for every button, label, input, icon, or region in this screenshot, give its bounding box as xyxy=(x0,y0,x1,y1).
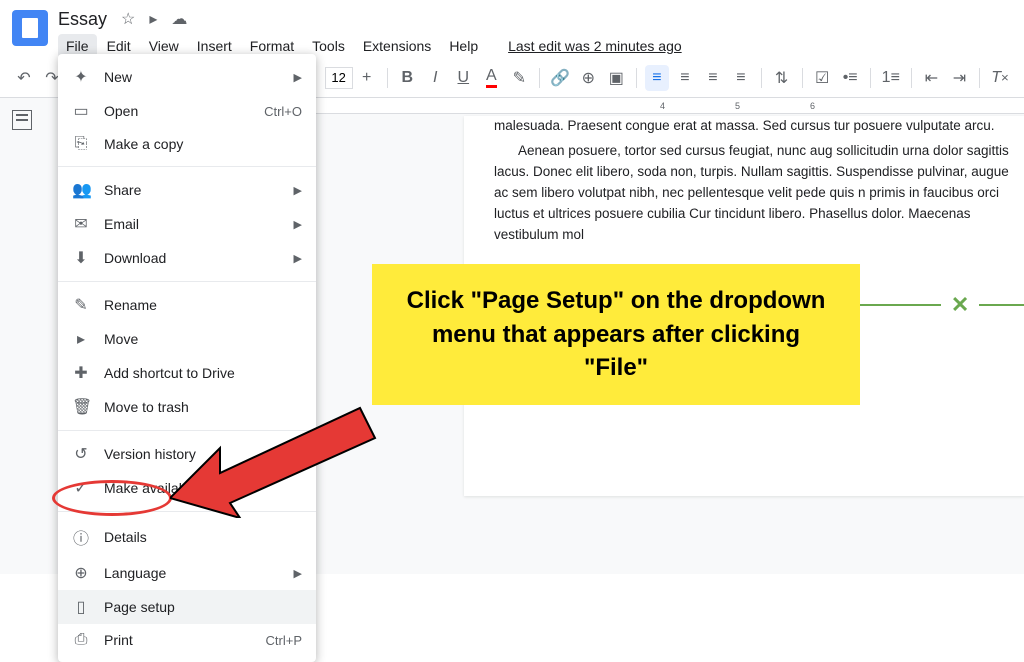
menu-item-details[interactable]: ⓘ Details xyxy=(58,518,316,556)
menu-label: Open xyxy=(104,103,138,119)
menu-extensions[interactable]: Extensions xyxy=(355,34,439,58)
italic-button[interactable]: I xyxy=(423,65,447,91)
increase-indent-button[interactable]: ⇥ xyxy=(947,65,971,91)
menu-icon: ▯ xyxy=(72,597,90,617)
last-edit-link[interactable]: Last edit was 2 minutes ago xyxy=(500,34,690,58)
menu-icon: ✚ xyxy=(72,363,90,383)
bold-button[interactable]: B xyxy=(395,65,419,91)
instruction-callout: Click "Page Setup" on the dropdown menu … xyxy=(372,264,860,405)
menu-icon: ⎘ xyxy=(72,135,90,153)
menu-item-open[interactable]: ▭OpenCtrl+O xyxy=(58,94,316,128)
submenu-arrow-icon: ▶ xyxy=(294,448,302,461)
remove-page-break-icon[interactable]: ✕ xyxy=(941,292,979,318)
submenu-arrow-icon: ▶ xyxy=(294,252,302,265)
paragraph-1: malesuada. Praesent congue erat at massa… xyxy=(494,116,1024,137)
bulleted-list-button[interactable]: •≡ xyxy=(838,65,862,91)
menu-icon: ⓘ xyxy=(72,525,90,549)
menu-icon: 👥 xyxy=(72,180,90,200)
menu-item-print[interactable]: ⎙PrintCtrl+P xyxy=(58,624,316,656)
menu-label: Make a copy xyxy=(104,136,183,152)
menu-label: Page setup xyxy=(104,599,175,615)
menu-label: Print xyxy=(104,632,133,648)
menu-item-language[interactable]: ⊕ Language ▶ xyxy=(58,556,316,590)
insert-image-button[interactable]: ▣ xyxy=(604,65,628,91)
menu-item-move-to-trash[interactable]: 🗑 Move to trash xyxy=(58,390,316,424)
star-icon[interactable]: ☆ xyxy=(121,9,135,29)
document-title[interactable]: Essay xyxy=(58,9,107,30)
align-justify-button[interactable]: ≡ xyxy=(729,65,753,91)
menu-item-version-history[interactable]: ↺ Version history ▶ xyxy=(58,437,316,471)
menu-item-share[interactable]: 👥 Share ▶ xyxy=(58,173,316,207)
align-left-button[interactable]: ≡ xyxy=(645,65,669,91)
menu-icon: 🗑 xyxy=(72,397,90,417)
menu-item-rename[interactable]: ✎ Rename xyxy=(58,288,316,322)
move-icon[interactable]: ▸ xyxy=(149,9,157,29)
decrease-indent-button[interactable]: ⇤ xyxy=(919,65,943,91)
highlight-button[interactable]: ✎ xyxy=(507,65,531,91)
menu-label: Add shortcut to Drive xyxy=(104,365,235,381)
menu-item-page-setup[interactable]: ▯ Page setup xyxy=(58,590,316,624)
menu-item-make-available-offline[interactable]: ✓ Make available offline xyxy=(58,471,316,505)
menu-item-add-shortcut-to-drive[interactable]: ✚ Add shortcut to Drive xyxy=(58,356,316,390)
menu-icon: ▭ xyxy=(72,101,90,121)
menu-icon: ↺ xyxy=(72,444,90,464)
menu-label: Version history xyxy=(104,446,196,462)
numbered-list-button[interactable]: 1≡ xyxy=(879,65,903,91)
docs-logo-icon[interactable] xyxy=(12,10,48,46)
cloud-icon[interactable]: ☁ xyxy=(171,9,187,29)
menu-icon: ✦ xyxy=(72,67,90,87)
outline-toggle-icon[interactable] xyxy=(12,110,32,130)
clear-formatting-button[interactable]: T× xyxy=(988,65,1012,91)
font-size-increase[interactable]: + xyxy=(355,65,379,91)
menu-icon: ✎ xyxy=(72,295,90,315)
file-dropdown-menu: ✦New▶▭OpenCtrl+O⎘Make a copy👥Share▶✉Emai… xyxy=(58,54,316,662)
menu-label: Rename xyxy=(104,297,157,313)
submenu-arrow-icon: ▶ xyxy=(294,71,302,84)
menu-help[interactable]: Help xyxy=(441,34,486,58)
menu-icon: ✓ xyxy=(72,478,90,498)
align-center-button[interactable]: ≡ xyxy=(673,65,697,91)
menu-item-email[interactable]: ✉ Email ▶ xyxy=(58,207,316,241)
submenu-arrow-icon: ▶ xyxy=(294,218,302,231)
submenu-arrow-icon: ▶ xyxy=(294,184,302,197)
menu-item-download[interactable]: ⬇ Download ▶ xyxy=(58,241,316,275)
add-comment-button[interactable]: ⊕ xyxy=(576,65,600,91)
menu-icon: ⬇ xyxy=(72,248,90,268)
menu-icon: ⊕ xyxy=(72,563,90,583)
menu-icon: ⎙ xyxy=(72,631,90,649)
undo-button[interactable]: ↶ xyxy=(12,65,36,91)
menu-item-make-a-copy[interactable]: ⎘ Make a copy xyxy=(58,128,316,160)
menu-label: Details xyxy=(104,529,147,545)
checklist-button[interactable]: ☑ xyxy=(810,65,834,91)
menu-item-new[interactable]: ✦ New ▶ xyxy=(58,60,316,94)
menu-icon: ▸ xyxy=(72,329,90,349)
font-size-input[interactable] xyxy=(325,67,353,89)
menu-label: Download xyxy=(104,250,166,266)
menu-icon: ✉ xyxy=(72,214,90,234)
underline-button[interactable]: U xyxy=(451,65,475,91)
title-area: Essay ☆ ▸ ☁ File Edit View Insert Format… xyxy=(58,8,1012,58)
paragraph-2: Aenean posuere, tortor sed cursus feugia… xyxy=(494,141,1024,246)
menu-item-move[interactable]: ▸ Move xyxy=(58,322,316,356)
submenu-arrow-icon: ▶ xyxy=(294,567,302,580)
menu-label: Share xyxy=(104,182,141,198)
align-right-button[interactable]: ≡ xyxy=(701,65,725,91)
insert-link-button[interactable]: 🔗 xyxy=(548,65,572,91)
menu-label: Make available offline xyxy=(104,480,238,496)
menu-label: Language xyxy=(104,565,166,581)
menu-label: Move xyxy=(104,331,138,347)
menu-label: Move to trash xyxy=(104,399,189,415)
menu-label: Email xyxy=(104,216,139,232)
menu-label: New xyxy=(104,69,132,85)
text-color-button[interactable]: A xyxy=(479,65,503,91)
line-spacing-button[interactable]: ⇅ xyxy=(770,65,794,91)
